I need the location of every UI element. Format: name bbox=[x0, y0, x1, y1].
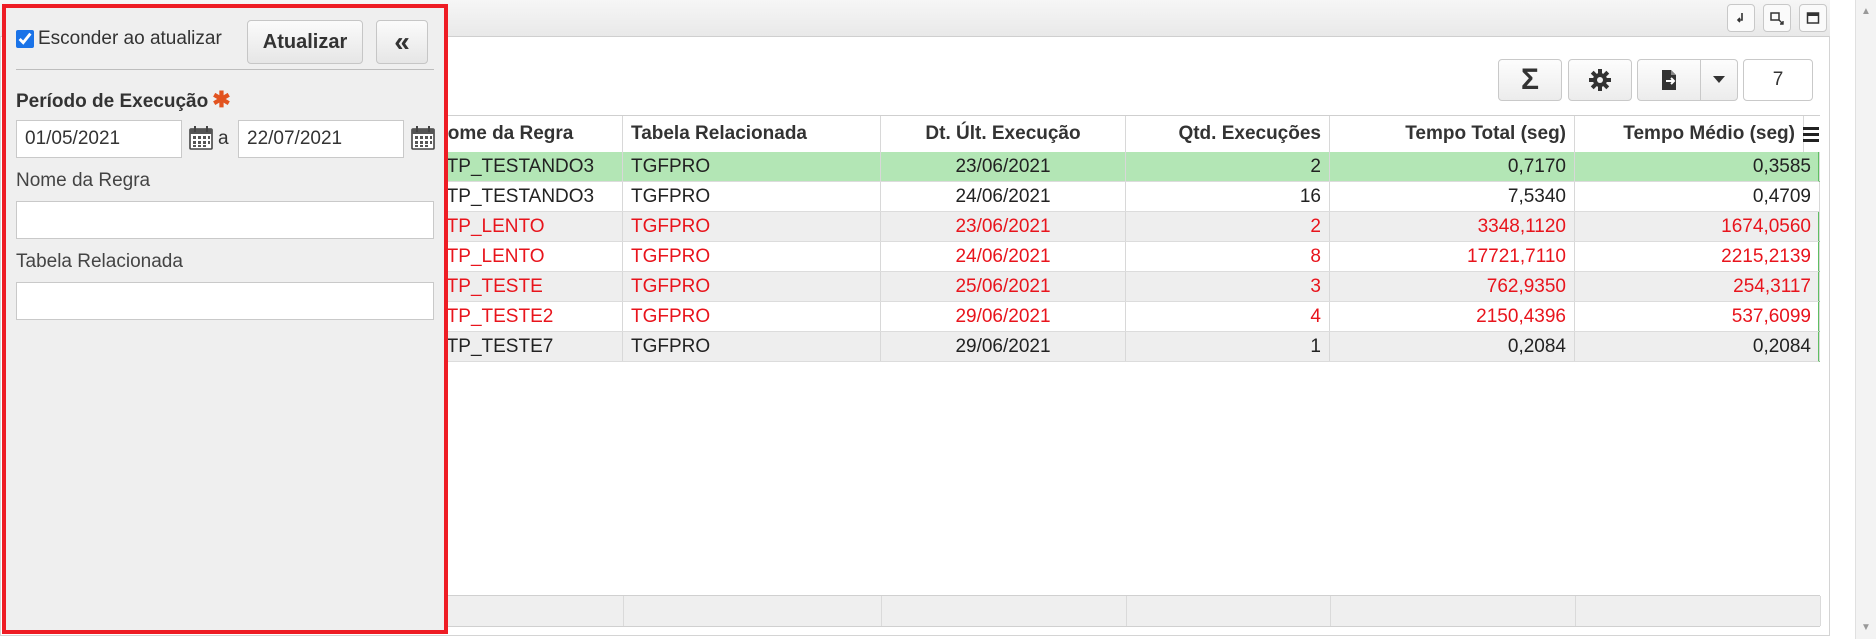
period-label: Período de Execução ✱ bbox=[16, 87, 231, 113]
table-row[interactable]: STP_LENTO TGFPRO 23/06/2021 2 3348,1120 1674,… bbox=[440, 212, 1820, 242]
record-count[interactable]: 7 bbox=[1743, 59, 1813, 101]
cell-related-table: TGFPRO bbox=[623, 182, 881, 211]
col-last-exec-date[interactable]: Dt. Últ. Execução bbox=[881, 116, 1126, 152]
date-separator: a bbox=[218, 128, 229, 149]
detach-window-icon[interactable] bbox=[1763, 4, 1791, 32]
cell-avg-time: 1674,0560 bbox=[1575, 212, 1820, 241]
cell-related-table: TGFPRO bbox=[623, 272, 881, 301]
export-dropdown-button[interactable] bbox=[1700, 59, 1738, 101]
collapse-panel-button[interactable]: « bbox=[376, 20, 428, 64]
cell-total-time: 2150,4396 bbox=[1330, 302, 1575, 331]
cell-related-table: TGFPRO bbox=[623, 242, 881, 271]
cell-rule-name: STP_TESTE7 bbox=[440, 332, 623, 361]
cell-exec-count: 8 bbox=[1126, 242, 1330, 271]
update-button[interactable]: Atualizar bbox=[247, 20, 363, 64]
cell-avg-time: 0,3585 bbox=[1575, 152, 1820, 181]
required-icon: ✱ bbox=[212, 87, 231, 112]
date-to-input[interactable] bbox=[238, 120, 404, 158]
cell-avg-time: 0,4709 bbox=[1575, 182, 1820, 211]
cell-related-table: TGFPRO bbox=[623, 302, 881, 331]
filter-panel: Esconder ao atualizar Atualizar « Períod… bbox=[2, 4, 448, 634]
panel-divider bbox=[16, 69, 434, 70]
gear-icon bbox=[1589, 69, 1611, 91]
cell-last-exec-date: 29/06/2021 bbox=[881, 332, 1126, 361]
settings-button[interactable] bbox=[1568, 59, 1632, 101]
cell-exec-count: 3 bbox=[1126, 272, 1330, 301]
cell-related-table: TGFPRO bbox=[623, 152, 881, 181]
cell-related-table: TGFPRO bbox=[623, 212, 881, 241]
cell-total-time: 762,9350 bbox=[1330, 272, 1575, 301]
cell-last-exec-date: 29/06/2021 bbox=[881, 302, 1126, 331]
hide-on-update-option[interactable]: Esconder ao atualizar bbox=[16, 28, 222, 50]
grid-header: Nome da Regra Tabela Relacionada Dt. Últ… bbox=[440, 115, 1820, 153]
calendar-icon[interactable] bbox=[188, 125, 214, 151]
col-exec-count[interactable]: Qtd. Execuções bbox=[1126, 116, 1330, 152]
cell-last-exec-date: 25/06/2021 bbox=[881, 272, 1126, 301]
cell-total-time: 0,7170 bbox=[1330, 152, 1575, 181]
related-table-label: Tabela Relacionada bbox=[16, 251, 183, 272]
table-row[interactable]: STP_LENTO TGFPRO 24/06/2021 8 17721,7110 2215… bbox=[440, 242, 1820, 272]
date-from-input[interactable] bbox=[16, 120, 182, 158]
col-total-time[interactable]: Tempo Total (seg) bbox=[1330, 116, 1575, 152]
export-button[interactable] bbox=[1637, 59, 1701, 101]
rule-name-input[interactable] bbox=[16, 201, 434, 239]
cell-rule-name: STP_TESTE2 bbox=[440, 302, 623, 331]
hide-on-update-label: Esconder ao atualizar bbox=[38, 28, 222, 49]
grid-summary-bar bbox=[440, 595, 1821, 627]
cell-total-time: 7,5340 bbox=[1330, 182, 1575, 211]
table-row[interactable]: STP_TESTE TGFPRO 25/06/2021 3 762,9350 254,31… bbox=[440, 272, 1820, 302]
restore-icon[interactable] bbox=[1727, 4, 1755, 32]
sigma-icon: Σ bbox=[1520, 63, 1539, 96]
cell-last-exec-date: 23/06/2021 bbox=[881, 212, 1126, 241]
cell-last-exec-date: 24/06/2021 bbox=[881, 242, 1126, 271]
table-row[interactable]: STP_TESTE2 TGFPRO 29/06/2021 4 2150,4396 537,… bbox=[440, 302, 1820, 332]
column-menu-icon[interactable] bbox=[1802, 125, 1820, 143]
cell-rule-name: STP_TESTANDO3 bbox=[440, 152, 623, 181]
caret-down-icon bbox=[1713, 76, 1725, 83]
cell-exec-count: 2 bbox=[1126, 152, 1330, 181]
maximize-icon[interactable] bbox=[1799, 4, 1827, 32]
col-avg-time[interactable]: Tempo Médio (seg) bbox=[1575, 116, 1804, 152]
related-table-input[interactable] bbox=[16, 282, 434, 320]
cell-last-exec-date: 23/06/2021 bbox=[881, 152, 1126, 181]
calendar-icon[interactable] bbox=[410, 125, 436, 151]
table-row[interactable]: STP_TESTE7 TGFPRO 29/06/2021 1 0,2084 0,2084 bbox=[440, 332, 1820, 362]
cell-exec-count: 16 bbox=[1126, 182, 1330, 211]
cell-avg-time: 254,3117 bbox=[1575, 272, 1820, 301]
vertical-scrollbar[interactable]: ▲ ▼ bbox=[1855, 0, 1876, 639]
rule-name-label: Nome da Regra bbox=[16, 170, 151, 191]
cell-related-table: TGFPRO bbox=[623, 332, 881, 361]
cell-last-exec-date: 24/06/2021 bbox=[881, 182, 1126, 211]
cell-exec-count: 4 bbox=[1126, 302, 1330, 331]
scroll-up-icon[interactable]: ▲ bbox=[1861, 6, 1871, 17]
cell-exec-count: 2 bbox=[1126, 212, 1330, 241]
cell-total-time: 17721,7110 bbox=[1330, 242, 1575, 271]
export-document-icon bbox=[1662, 70, 1676, 90]
cell-rule-name: STP_TESTE bbox=[440, 272, 623, 301]
cell-rule-name: STP_TESTANDO3 bbox=[440, 182, 623, 211]
cell-total-time: 0,2084 bbox=[1330, 332, 1575, 361]
period-label-text: Período de Execução bbox=[16, 91, 209, 112]
hide-on-update-checkbox[interactable] bbox=[16, 30, 34, 48]
cell-avg-time: 537,6099 bbox=[1575, 302, 1820, 331]
cell-total-time: 3348,1120 bbox=[1330, 212, 1575, 241]
cell-rule-name: STP_LENTO bbox=[440, 242, 623, 271]
scroll-down-icon[interactable]: ▼ bbox=[1861, 622, 1871, 633]
cell-avg-time: 0,2084 bbox=[1575, 332, 1820, 361]
cell-exec-count: 1 bbox=[1126, 332, 1330, 361]
table-row[interactable]: STP_TESTANDO3 TGFPRO 24/06/2021 16 7,5340 0,4… bbox=[440, 182, 1820, 212]
cell-rule-name: STP_LENTO bbox=[440, 212, 623, 241]
col-rule-name[interactable]: Nome da Regra bbox=[440, 116, 623, 152]
cell-avg-time: 2215,2139 bbox=[1575, 242, 1820, 271]
table-row[interactable]: STP_TESTANDO3 TGFPRO 23/06/2021 2 0,7170 0,35… bbox=[440, 152, 1820, 182]
col-related-table[interactable]: Tabela Relacionada bbox=[623, 116, 881, 152]
sum-button[interactable]: Σ bbox=[1498, 59, 1562, 101]
